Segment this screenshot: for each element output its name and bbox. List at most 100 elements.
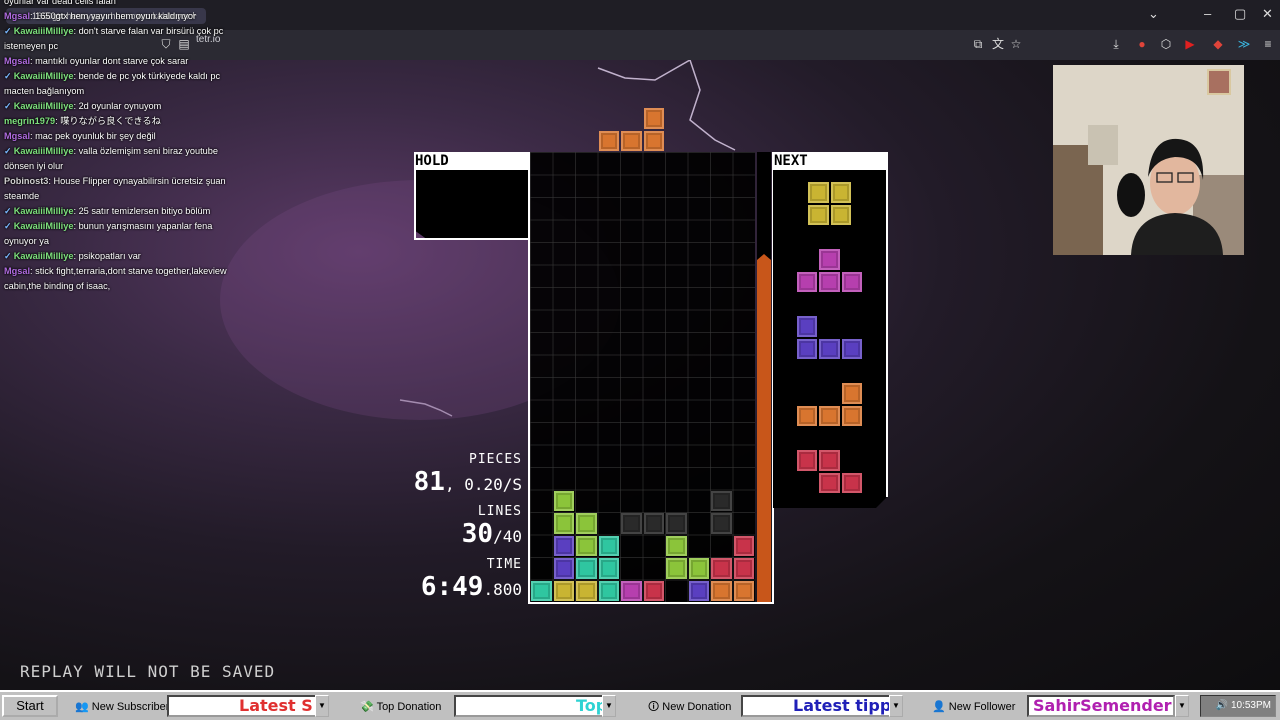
board-cell: [711, 580, 732, 601]
pieces-stat: PIECES 81, 0.20/S: [414, 452, 522, 497]
clock: 10:53PM: [1230, 700, 1271, 711]
time-stat: TIME 6:49.800: [421, 557, 522, 602]
extension-red-icon[interactable]: ●: [1134, 36, 1150, 52]
next-piece-cell: [797, 406, 818, 427]
new-donation-item[interactable]: 🛈 New Donation: [648, 697, 731, 717]
bookmark-star-icon[interactable]: ☆: [1008, 36, 1024, 52]
chat-message: Mgsal: mac pek oyunluk bir şey değil: [4, 131, 156, 141]
chat-text: stick fight,terraria,dont starve togethe…: [4, 266, 227, 291]
donation-icon: 🛈: [648, 701, 660, 713]
falling-cell: [598, 130, 619, 151]
chat-text: 1650gtx hem yayın hem oyun kaldırıyor: [35, 11, 197, 21]
falling-cell: [643, 130, 664, 151]
taskbar: Start 👥 New Subscriber Latest S ▼ 💸 Top …: [0, 690, 1280, 720]
board-cell: [688, 558, 709, 579]
badge-icon: ✓: [4, 251, 12, 261]
lines-stat: LINES 30/40: [462, 504, 522, 549]
dropdown-button[interactable]: ▼: [602, 695, 616, 717]
pieces-rate: , 0.20/S: [444, 475, 522, 494]
lines-value: 30: [461, 519, 494, 549]
chat-username: Mgsal: [4, 56, 31, 66]
next-piece-cell: [808, 205, 829, 226]
pieces-rate-value: 0.20/S: [464, 475, 522, 494]
board-cell: [553, 513, 574, 534]
extension-icon[interactable]: ◆: [1210, 36, 1226, 52]
chat-username: KawaiiiMilliye: [13, 101, 74, 111]
next-piece-cell: [831, 205, 852, 226]
badge-icon: ✓: [4, 146, 12, 156]
extensions-icon[interactable]: ⬡: [1158, 36, 1174, 52]
chat-text: oyunlar var dead cells falan: [4, 0, 116, 6]
chat-username: KawaiiiMilliye: [13, 251, 74, 261]
download-icon[interactable]: ⤓: [1108, 36, 1124, 52]
chat-username: KawaiiiMilliye: [13, 206, 74, 216]
garbage-meter: [757, 254, 771, 602]
pieces-value: 81: [413, 467, 445, 497]
youtube-icon[interactable]: ▶: [1182, 36, 1198, 52]
chat-text: 喋りながら良くできるね: [60, 116, 161, 126]
chat-message: oyunlar var dead cells falan: [0, 0, 250, 9]
chat-message: ✓ KawaiiiMilliye: psikopatları var: [4, 251, 141, 261]
chat-panel: oyunlar var dead cells falan Mgsal: 1650g…: [0, 0, 250, 294]
follower-name: SahirSemender: [1033, 696, 1172, 715]
board-cell: [666, 513, 687, 534]
subscriber-icon: 👥: [75, 701, 89, 713]
board-cell: [553, 490, 574, 511]
chat-text: 25 satır temizlersen bitiyo bölüm: [78, 206, 211, 216]
new-follower-item[interactable]: 👤 New Follower: [932, 697, 1015, 717]
screenshot-icon[interactable]: ⧉: [970, 36, 986, 52]
badge-icon: ✓: [4, 101, 12, 111]
chat-message: Mgsal: stick fight,terraria,dont starve …: [4, 266, 227, 291]
menu-icon[interactable]: ≡: [1260, 36, 1276, 52]
falling-cell: [621, 130, 642, 151]
chat-username: Mgsal: [4, 131, 31, 141]
next-piece-cell: [842, 406, 863, 427]
board-cell: [711, 513, 732, 534]
system-tray[interactable]: 🔊 10:53PM: [1200, 695, 1276, 717]
translate-icon[interactable]: 文: [990, 36, 1006, 52]
chat-message: megrin1979: 喋りながら良くできるね: [4, 116, 161, 126]
chat-username: KawaiiiMilliye: [13, 221, 74, 231]
next-piece-cell: [819, 339, 840, 360]
chat-text: psikopatları var: [78, 251, 141, 261]
board-left-border: [528, 152, 530, 604]
maximize-icon[interactable]: ▢: [1234, 6, 1246, 22]
next-label: NEXT: [773, 152, 888, 170]
chat-message: Pobinost3: House Flipper oynayabilirsin …: [4, 176, 226, 201]
chat-message: ✓ KawaiiiMilliye: bende de pc yok türkiye…: [4, 71, 221, 96]
speaker-icon: 🔊: [1215, 700, 1229, 711]
board-cell: [733, 580, 754, 601]
dropdown-button[interactable]: ▼: [889, 695, 903, 717]
chat-message: ✓ KawaiiiMilliye: bunun yarışmasını yapan…: [4, 221, 213, 246]
donation-icon: 💸: [360, 701, 374, 713]
minimize-icon[interactable]: –: [1204, 6, 1211, 21]
board-bottom-border: [528, 602, 774, 604]
pieces-label: PIECES: [469, 452, 522, 467]
new-subscriber-item[interactable]: 👥 New Subscriber: [75, 697, 169, 717]
next-piece-cell: [797, 339, 818, 360]
chat-username: KawaiiiMilliye: [13, 71, 74, 81]
badge-icon: ✓: [4, 26, 12, 36]
top-donation-item[interactable]: 💸 Top Donation: [360, 697, 441, 717]
extension-blue-icon[interactable]: ≫: [1236, 36, 1252, 52]
latest-sub-ticker: Latest S: [167, 695, 317, 717]
board-cell: [711, 490, 732, 511]
chevron-down-icon[interactable]: ⌄: [1148, 6, 1159, 22]
board-cell: [576, 558, 597, 579]
board-cell: [531, 580, 552, 601]
board-cell: [598, 535, 619, 556]
board-cell: [643, 513, 664, 534]
chat-text: mac pek oyunluk bir şey değil: [35, 131, 156, 141]
dropdown-button[interactable]: ▼: [1175, 695, 1189, 717]
next-piece-cell: [819, 473, 840, 494]
top-ticker-text: Top: [576, 696, 602, 715]
chat-username: Mgsal: [4, 11, 31, 21]
start-button[interactable]: Start: [2, 695, 58, 717]
hold-label: HOLD: [414, 152, 529, 170]
replay-notice: REPLAY WILL NOT BE SAVED: [20, 662, 276, 681]
chat-message: Mgsal: mantıklı oyunlar dont starve çok …: [4, 56, 189, 66]
close-icon[interactable]: ✕: [1262, 6, 1273, 22]
board-cell: [553, 558, 574, 579]
dropdown-button[interactable]: ▼: [315, 695, 329, 717]
board-cell: [688, 580, 709, 601]
